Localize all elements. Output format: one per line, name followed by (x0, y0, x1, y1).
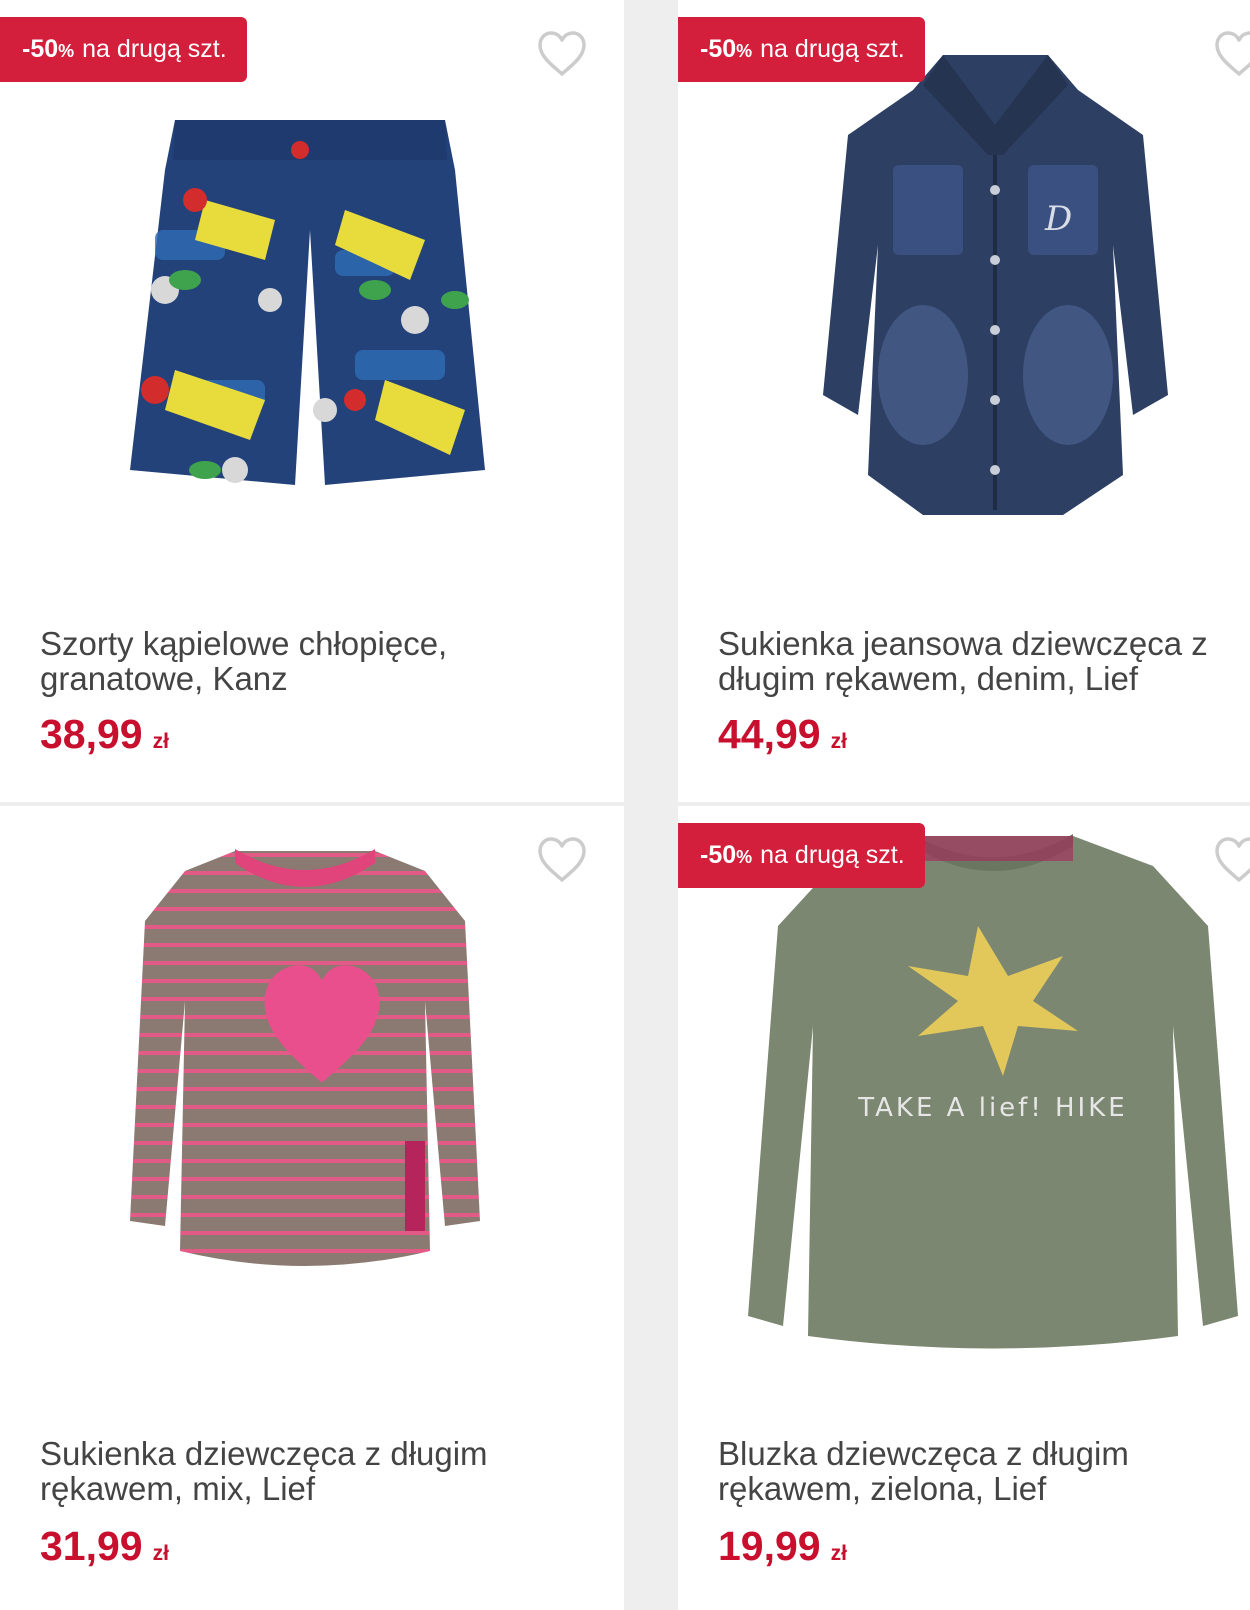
price-currency: zł (830, 1542, 847, 1565)
product-title[interactable]: Sukienka dziewczęca z długim rękawem, mi… (40, 1436, 560, 1506)
discount-badge: -50% na drugą szt. (678, 823, 925, 888)
price-amount: 38,99 (40, 711, 143, 757)
svg-text:D: D (1044, 199, 1072, 239)
price-amount: 19,99 (718, 1523, 821, 1569)
swim-shorts-image (130, 120, 485, 485)
product-title[interactable]: Bluzka dziewczęca z długim rękawem, ziel… (718, 1436, 1243, 1506)
denim-dress-image: D (823, 55, 1168, 515)
product-card[interactable]: -50% na drugą szt. Szorty kąpielowe chło… (0, 0, 624, 802)
product-card[interactable]: Sukienka dziewczęca z długim rękawem, mi… (0, 806, 624, 1610)
discount-badge: -50% na drugą szt. (0, 17, 247, 82)
price-amount: 44,99 (718, 711, 821, 757)
badge-label: na drugą szt. (82, 35, 227, 63)
product-image[interactable]: D (678, 0, 1250, 600)
product-card[interactable]: D -50% na drugą szt. Sukienka jeansowa d… (678, 0, 1250, 802)
favorite-heart-icon[interactable] (536, 30, 588, 78)
product-image[interactable] (0, 0, 624, 600)
badge-discount-value: -50% (700, 35, 753, 63)
product-image[interactable]: TAKE A lief! HIKE (678, 806, 1250, 1406)
favorite-heart-icon[interactable] (1213, 836, 1250, 884)
badge-label: na drugą szt. (760, 841, 905, 869)
price-currency: zł (152, 730, 169, 753)
product-image[interactable] (0, 806, 624, 1406)
green-star-blouse-image: TAKE A lief! HIKE (748, 834, 1238, 1349)
price-currency: zł (830, 730, 847, 753)
striped-heart-dress-image (130, 849, 480, 1266)
product-title[interactable]: Sukienka jeansowa dziewczęca z długim rę… (718, 626, 1243, 696)
discount-badge: -50% na drugą szt. (678, 17, 925, 82)
product-price: 44,99 zł (718, 711, 847, 758)
favorite-heart-icon[interactable] (1213, 30, 1250, 78)
product-price: 31,99 zł (40, 1523, 169, 1570)
badge-discount-value: -50% (22, 35, 75, 63)
product-card[interactable]: TAKE A lief! HIKE -50% na drugą szt. Blu… (678, 806, 1250, 1610)
price-amount: 31,99 (40, 1523, 143, 1569)
product-title[interactable]: Szorty kąpielowe chłopięce, granatowe, K… (40, 626, 560, 696)
price-currency: zł (152, 1542, 169, 1565)
badge-discount-value: -50% (700, 841, 753, 869)
product-price: 19,99 zł (718, 1523, 847, 1570)
product-price: 38,99 zł (40, 711, 169, 758)
badge-label: na drugą szt. (760, 35, 905, 63)
favorite-heart-icon[interactable] (536, 836, 588, 884)
print-text: TAKE A lief! HIKE (857, 1093, 1127, 1123)
